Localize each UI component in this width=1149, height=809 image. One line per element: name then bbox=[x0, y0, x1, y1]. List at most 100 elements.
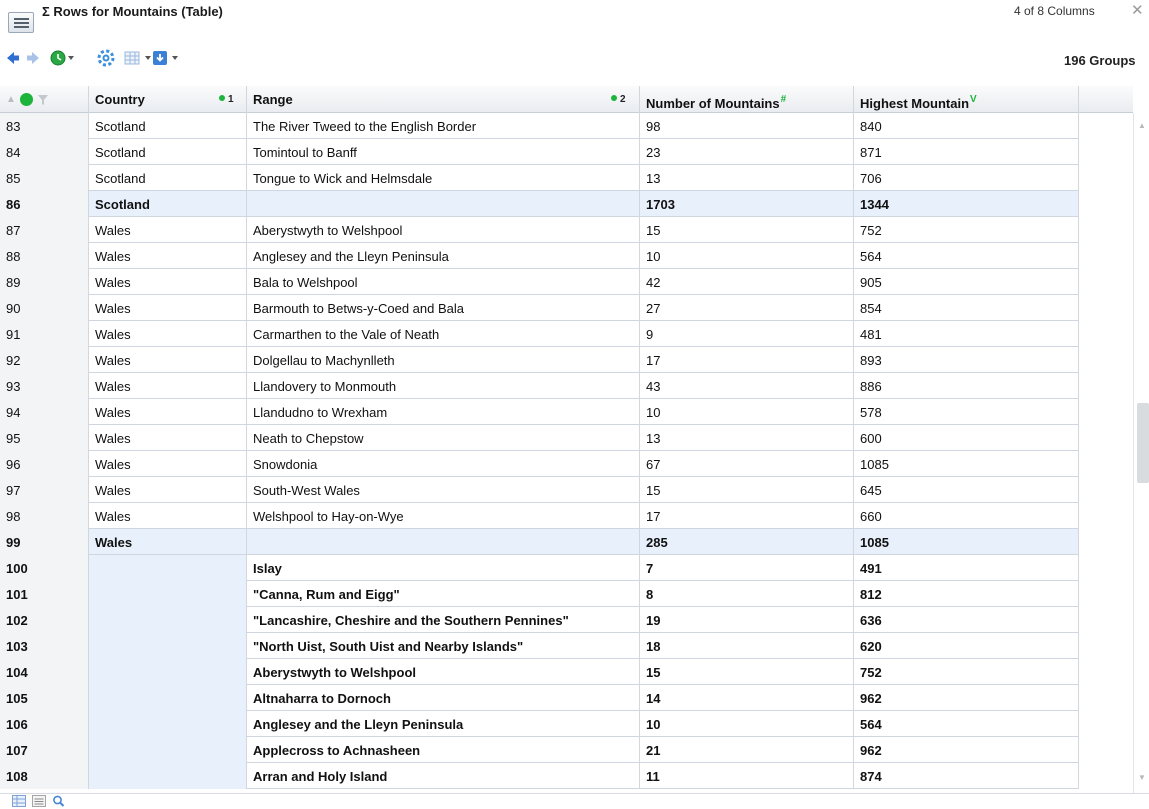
range-cell[interactable]: Applecross to Achnasheen bbox=[247, 737, 640, 763]
country-cell[interactable]: Scotland bbox=[89, 139, 247, 165]
country-cell[interactable]: Wales bbox=[89, 529, 247, 555]
range-cell[interactable]: Islay bbox=[247, 555, 640, 581]
scroll-down-icon[interactable]: ▼ bbox=[1138, 773, 1146, 782]
row-index[interactable]: 98 bbox=[0, 503, 89, 529]
row-index[interactable]: 85 bbox=[0, 165, 89, 191]
table-row[interactable]: 97 Wales South-West Wales 15 645 bbox=[0, 477, 1079, 503]
range-cell[interactable]: Welshpool to Hay-on-Wye bbox=[247, 503, 640, 529]
range-cell[interactable]: Anglesey and the Lleyn Peninsula bbox=[247, 243, 640, 269]
hamburger-menu-icon[interactable] bbox=[8, 12, 34, 33]
table-row[interactable]: 89 Wales Bala to Welshpool 42 905 bbox=[0, 269, 1079, 295]
range-cell[interactable]: Tomintoul to Banff bbox=[247, 139, 640, 165]
number-of-mountains-cell[interactable]: 67 bbox=[640, 451, 854, 477]
scrollbar-thumb[interactable] bbox=[1137, 403, 1149, 483]
number-of-mountains-cell[interactable]: 19 bbox=[640, 607, 854, 633]
range-cell[interactable]: Bala to Welshpool bbox=[247, 269, 640, 295]
table-row[interactable]: 90 Wales Barmouth to Betws-y-Coed and Bala… bbox=[0, 295, 1079, 321]
highest-mountain-cell[interactable]: 854 bbox=[854, 295, 1079, 321]
country-cell[interactable]: Wales bbox=[89, 503, 247, 529]
country-cell[interactable]: Wales bbox=[89, 399, 247, 425]
country-cell[interactable]: Wales bbox=[89, 295, 247, 321]
highest-mountain-cell[interactable]: 893 bbox=[854, 347, 1079, 373]
back-arrow-icon[interactable] bbox=[6, 51, 20, 68]
row-index[interactable]: 106 bbox=[0, 711, 89, 737]
search-icon[interactable] bbox=[52, 795, 66, 809]
highest-mountain-cell[interactable]: 1085 bbox=[854, 451, 1079, 477]
row-index[interactable]: 105 bbox=[0, 685, 89, 711]
table-row[interactable]: 103 "North Uist, South Uist and Nearby Is… bbox=[0, 633, 1079, 659]
country-cell[interactable]: Wales bbox=[89, 243, 247, 269]
country-cell[interactable]: Scotland bbox=[89, 191, 247, 217]
row-index[interactable]: 108 bbox=[0, 763, 89, 789]
row-index[interactable]: 84 bbox=[0, 139, 89, 165]
row-index[interactable]: 96 bbox=[0, 451, 89, 477]
number-of-mountains-cell[interactable]: 11 bbox=[640, 763, 854, 789]
number-of-mountains-cell[interactable]: 14 bbox=[640, 685, 854, 711]
range-cell[interactable]: Barmouth to Betws-y-Coed and Bala bbox=[247, 295, 640, 321]
table-row[interactable]: 98 Wales Welshpool to Hay-on-Wye 17 660 bbox=[0, 503, 1079, 529]
header-highest-mountain[interactable]: Highest MountainV bbox=[854, 86, 1079, 113]
list-view-icon[interactable] bbox=[32, 795, 46, 809]
history-icon[interactable] bbox=[50, 50, 76, 69]
country-cell[interactable] bbox=[89, 659, 247, 685]
number-of-mountains-cell[interactable]: 8 bbox=[640, 581, 854, 607]
range-cell[interactable]: Aberystwyth to Welshpool bbox=[247, 217, 640, 243]
highest-mountain-cell[interactable]: 578 bbox=[854, 399, 1079, 425]
row-index[interactable]: 93 bbox=[0, 373, 89, 399]
number-of-mountains-cell[interactable]: 17 bbox=[640, 503, 854, 529]
country-cell[interactable] bbox=[89, 685, 247, 711]
status-circle-icon[interactable] bbox=[20, 93, 33, 106]
number-of-mountains-cell[interactable]: 13 bbox=[640, 425, 854, 451]
row-index[interactable]: 88 bbox=[0, 243, 89, 269]
country-cell[interactable] bbox=[89, 581, 247, 607]
table-row[interactable]: 94 Wales Llandudno to Wrexham 10 578 bbox=[0, 399, 1079, 425]
table-row[interactable]: 85 Scotland Tongue to Wick and Helmsdale 13… bbox=[0, 165, 1079, 191]
country-cell[interactable]: Scotland bbox=[89, 113, 247, 139]
table-row[interactable]: 93 Wales Llandovery to Monmouth 43 886 bbox=[0, 373, 1079, 399]
group-summary-row[interactable]: 99 Wales 285 1085 bbox=[0, 529, 1079, 555]
number-of-mountains-cell[interactable]: 43 bbox=[640, 373, 854, 399]
table-row[interactable]: 105 Altnaharra to Dornoch 14 962 bbox=[0, 685, 1079, 711]
row-index[interactable]: 103 bbox=[0, 633, 89, 659]
highest-mountain-cell[interactable]: 481 bbox=[854, 321, 1079, 347]
vertical-scrollbar[interactable]: ▲ ▼ bbox=[1133, 113, 1149, 793]
table-row[interactable]: 88 Wales Anglesey and the Lleyn Peninsula 1… bbox=[0, 243, 1079, 269]
range-cell[interactable]: Tongue to Wick and Helmsdale bbox=[247, 165, 640, 191]
range-cell[interactable]: Aberystwyth to Welshpool bbox=[247, 659, 640, 685]
download-icon[interactable] bbox=[152, 49, 182, 70]
range-cell[interactable]: Arran and Holy Island bbox=[247, 763, 640, 789]
header-range[interactable]: Range 2 bbox=[247, 86, 640, 113]
range-cell[interactable]: Llandovery to Monmouth bbox=[247, 373, 640, 399]
table-row[interactable]: 83 Scotland The River Tweed to the English… bbox=[0, 113, 1079, 139]
row-index[interactable]: 83 bbox=[0, 113, 89, 139]
range-cell[interactable]: "Canna, Rum and Eigg" bbox=[247, 581, 640, 607]
table-row[interactable]: 95 Wales Neath to Chepstow 13 600 bbox=[0, 425, 1079, 451]
country-cell[interactable]: Wales bbox=[89, 217, 247, 243]
sort-up-icon[interactable]: ▲ bbox=[6, 86, 16, 113]
highest-mountain-cell[interactable]: 660 bbox=[854, 503, 1079, 529]
highest-mountain-cell[interactable]: 905 bbox=[854, 269, 1079, 295]
forward-arrow-icon[interactable] bbox=[26, 51, 40, 68]
table-row[interactable]: 91 Wales Carmarthen to the Vale of Neath 9 4… bbox=[0, 321, 1079, 347]
number-of-mountains-cell[interactable]: 9 bbox=[640, 321, 854, 347]
row-index[interactable]: 95 bbox=[0, 425, 89, 451]
header-index-column[interactable]: ▲ bbox=[0, 86, 89, 113]
range-cell[interactable]: "North Uist, South Uist and Nearby Islan… bbox=[247, 633, 640, 659]
number-of-mountains-cell[interactable]: 10 bbox=[640, 243, 854, 269]
row-index[interactable]: 90 bbox=[0, 295, 89, 321]
number-of-mountains-cell[interactable]: 15 bbox=[640, 659, 854, 685]
country-cell[interactable]: Wales bbox=[89, 321, 247, 347]
row-index[interactable]: 86 bbox=[0, 191, 89, 217]
country-cell[interactable]: Wales bbox=[89, 269, 247, 295]
country-cell[interactable] bbox=[89, 555, 247, 581]
number-of-mountains-cell[interactable]: 18 bbox=[640, 633, 854, 659]
highest-mountain-cell[interactable]: 752 bbox=[854, 217, 1079, 243]
number-of-mountains-cell[interactable]: 15 bbox=[640, 477, 854, 503]
highest-mountain-cell[interactable]: 874 bbox=[854, 763, 1079, 789]
range-cell[interactable]: "Lancashire, Cheshire and the Southern P… bbox=[247, 607, 640, 633]
highest-mountain-cell[interactable]: 840 bbox=[854, 113, 1079, 139]
highest-mountain-cell[interactable]: 706 bbox=[854, 165, 1079, 191]
range-cell[interactable] bbox=[247, 191, 640, 217]
highest-mountain-cell[interactable]: 636 bbox=[854, 607, 1079, 633]
range-cell[interactable]: Carmarthen to the Vale of Neath bbox=[247, 321, 640, 347]
